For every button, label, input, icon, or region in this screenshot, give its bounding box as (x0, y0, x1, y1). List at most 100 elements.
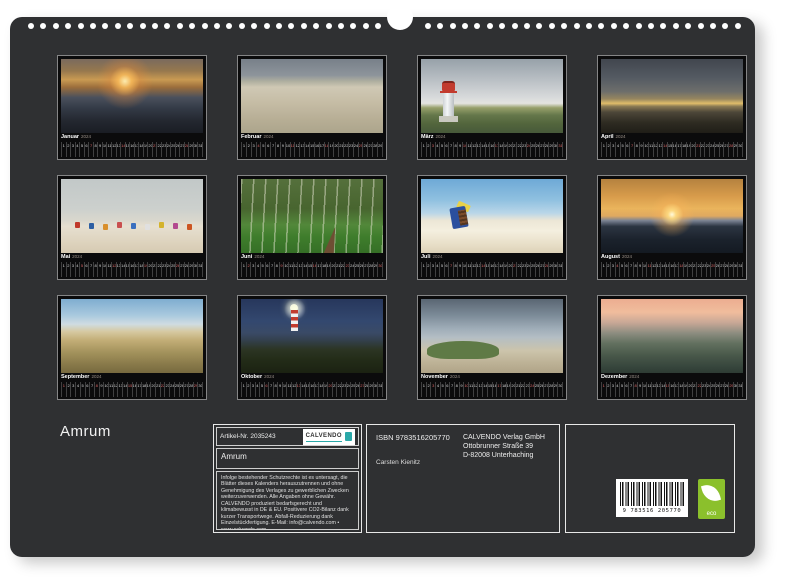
month-year: 2024 (616, 134, 626, 139)
binding-hole (722, 23, 728, 29)
month-year: 2024 (72, 254, 82, 259)
month-label: April2024 (601, 135, 743, 141)
day-strip: 1234567891011121314151617181920212223242… (601, 262, 743, 278)
binding-hole (363, 23, 369, 29)
binding-hole (598, 23, 604, 29)
month-year: 2024 (264, 374, 274, 379)
binding-hole (474, 23, 480, 29)
binding-hole (239, 23, 245, 29)
binding-hole (152, 23, 158, 29)
binding-hole (214, 23, 220, 29)
lighthouse-base-icon (439, 116, 458, 122)
day-strip: 1234567891011121314151617181920212223242… (421, 262, 563, 278)
month-year: 2024 (263, 134, 273, 139)
calendar-title: Amrum (221, 452, 247, 461)
green-dune-icon (427, 341, 499, 359)
month-photo (61, 59, 203, 133)
day-number: 30 (737, 142, 742, 158)
binding-hole (90, 23, 96, 29)
binding-hole (53, 23, 59, 29)
binding-hole (524, 23, 530, 29)
beach-chair-icon (75, 222, 80, 228)
binding-hole (673, 23, 679, 29)
binding-hole (177, 23, 183, 29)
month-photo (601, 179, 743, 253)
day-strip: 1234567891011121314151617181920212223242… (61, 382, 203, 398)
month-label: Februar2024 (241, 135, 383, 141)
forest-path-icon (324, 227, 340, 253)
eco-leaf-icon (701, 482, 721, 504)
month-year: 2024 (629, 374, 639, 379)
month-photo (421, 59, 563, 133)
beach-chair-icon (117, 222, 122, 228)
calvendo-book-icon (345, 432, 352, 441)
binding-hole (313, 23, 319, 29)
month-name: März (421, 134, 434, 140)
barcode-digits: 9 783516 205770 (620, 508, 684, 514)
month-photo (601, 59, 743, 133)
calendar-back-cover-photo: Januar 2024 12345678910111213141516171819… (0, 0, 800, 577)
binding-hole (549, 23, 555, 29)
mini-calendar-page: Januar2024 12345678910111213141516171819… (57, 55, 207, 160)
binding-hole (65, 23, 71, 29)
eco-logo: eco (698, 479, 725, 519)
mini-calendar-page: Juni2024 1234567891011121314151617181920… (237, 175, 387, 280)
binding-hole (28, 23, 34, 29)
mini-calendar-page: Juli2024 1234567891011121314151617181920… (417, 175, 567, 280)
month-photo (61, 179, 203, 253)
publisher-address: CALVENDO Verlag GmbH Ottobrunner Straße … (463, 433, 545, 460)
month-photo (61, 299, 203, 373)
page-title: Amrum (60, 423, 111, 440)
binding-hole (78, 23, 84, 29)
mini-calendar-page: Mai2024 12345678910111213141516171819202… (57, 175, 207, 280)
hanger-notch (387, 4, 413, 30)
day-strip: 1234567891011121314151617181920212223242… (241, 382, 383, 398)
calendar-back-cover: Januar 2024 12345678910111213141516171819… (10, 17, 755, 557)
binding-hole (276, 23, 282, 29)
day-number: 31 (557, 262, 562, 278)
beach-chair-icon (187, 224, 192, 230)
month-name: September (61, 374, 89, 380)
calvendo-logo-text: CALVENDO (306, 432, 342, 442)
binding-hole (164, 23, 170, 29)
binding-hole (648, 23, 654, 29)
day-strip: 1234567891011121314151617181920212223242… (241, 142, 383, 158)
month-year: 2024 (91, 374, 101, 379)
month-label: September2024 (61, 375, 203, 381)
month-label: Juni2024 (241, 255, 383, 261)
binding-hole (462, 23, 468, 29)
mini-calendar-page: November2024 123456789101112131415161718… (417, 295, 567, 400)
month-name: Juni (241, 254, 252, 260)
product-info-box: Artikel-Nr. 2035243 CALVENDO Amrum Infol… (213, 424, 362, 533)
binding-hole (264, 23, 270, 29)
barcode-box: 9 783516 205770 eco (565, 424, 735, 533)
lighthouse-lantern-icon (442, 81, 455, 91)
binding-hole (450, 23, 456, 29)
beach-chair-icon (103, 224, 108, 230)
month-name: Mai (61, 254, 70, 260)
month-name: Januar (61, 134, 79, 140)
day-number: 29 (377, 142, 382, 158)
publisher-name: CALVENDO Verlag GmbH (463, 433, 545, 442)
day-strip: 1234567891011121314151617181920212223242… (61, 142, 203, 158)
month-name: November (421, 374, 448, 380)
binding-hole (425, 23, 431, 29)
month-photo (241, 59, 383, 133)
month-label: März2024 (421, 135, 563, 141)
author-name: Carsten Kienitz (376, 459, 420, 466)
binding-hole (326, 23, 332, 29)
month-label: Dezember2024 (601, 375, 743, 381)
article-number: Artikel-Nr. 2035243 (220, 433, 276, 440)
mini-calendar-page: September2024 12345678910111213141516171… (57, 295, 207, 400)
binding-hole (350, 23, 356, 29)
day-number: 30 (197, 382, 202, 398)
month-name: Dezember (601, 374, 627, 380)
binding-hole (512, 23, 518, 29)
beach-chair-icon (173, 223, 178, 229)
month-label: November2024 (421, 375, 563, 381)
day-number: 31 (197, 142, 202, 158)
day-strip: 1234567891011121314151617181920212223242… (421, 382, 563, 398)
month-year: 2024 (436, 134, 446, 139)
day-number: 31 (377, 382, 382, 398)
day-number: 31 (737, 262, 742, 278)
